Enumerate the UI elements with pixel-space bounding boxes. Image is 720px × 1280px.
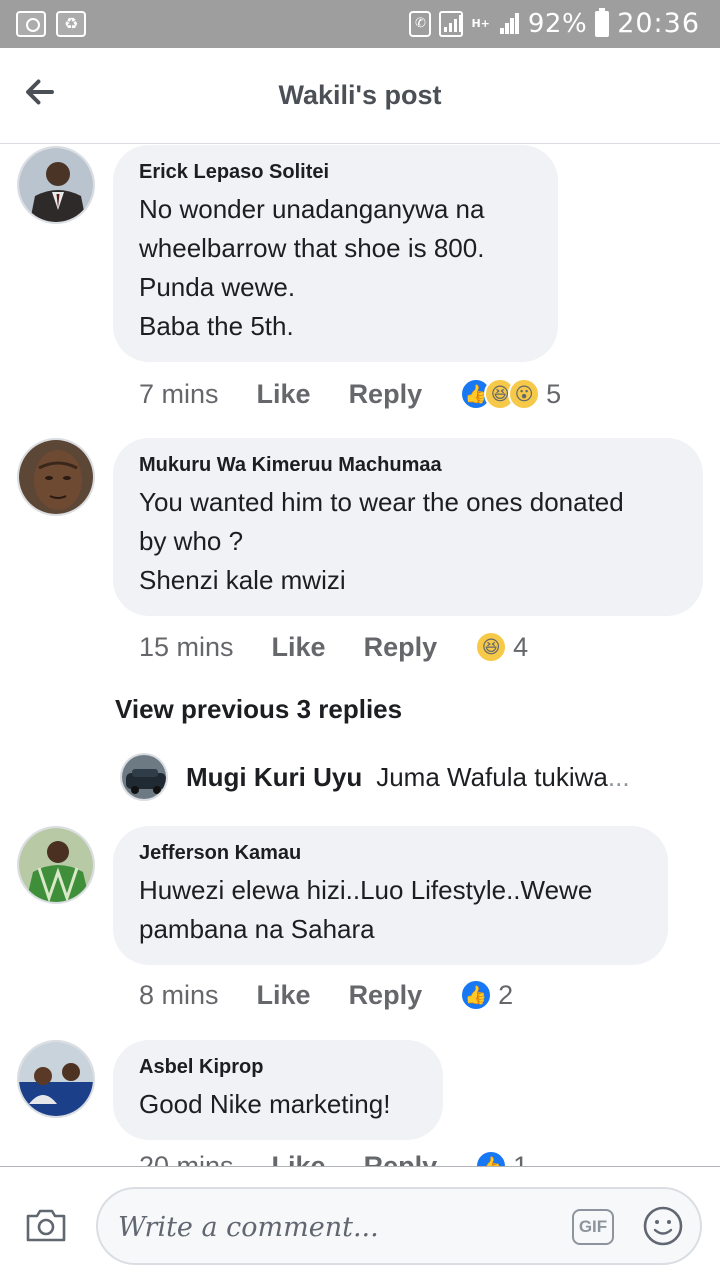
reactions-summary[interactable]: 👍 😆 😮 5 xyxy=(460,378,561,410)
comment-input[interactable] xyxy=(118,1207,558,1247)
camera-notification-icon xyxy=(16,11,46,37)
emoji-button[interactable] xyxy=(642,1205,684,1247)
page-title: Wakili's post xyxy=(278,80,442,110)
avatar[interactable] xyxy=(120,753,168,801)
like-button[interactable]: Like xyxy=(272,632,326,663)
camera-button[interactable] xyxy=(24,1207,68,1243)
phone-icon: ✆ xyxy=(409,10,432,37)
comment-bubble[interactable]: Erick Lepaso Solitei No wonder unadangan… xyxy=(113,145,558,362)
battery-icon xyxy=(595,7,610,37)
avatar[interactable] xyxy=(17,146,95,224)
reply-author[interactable]: Mugi Kuri Uyu xyxy=(186,762,362,793)
comment-actions: 15 mins Like Reply 😆 4 xyxy=(139,631,540,663)
comment-bubble[interactable]: Mukuru Wa Kimeruu Machumaa You wanted hi… xyxy=(113,438,703,616)
reply-ellipsis: ... xyxy=(607,761,630,792)
reactions-summary[interactable]: 👍 2 xyxy=(460,979,513,1011)
comment-bubble[interactable]: Jefferson Kamau Huwezi elewa hizi..Luo L… xyxy=(113,826,668,965)
recycle-notification-icon xyxy=(56,11,86,37)
avatar[interactable] xyxy=(17,826,95,904)
comment-author[interactable]: Asbel Kiprop xyxy=(139,1056,417,1079)
reply-button[interactable]: Reply xyxy=(364,1151,438,1168)
avatar[interactable] xyxy=(17,438,95,516)
app-header: Wakili's post xyxy=(0,48,720,144)
signal-box-icon xyxy=(439,10,464,37)
signal-strength-icon xyxy=(498,12,520,36)
comment-time[interactable]: 15 mins xyxy=(139,632,234,663)
reaction-count: 2 xyxy=(498,979,514,1010)
laughing-face-icon: 😆 xyxy=(475,631,508,663)
comment-time[interactable]: 20 mins xyxy=(139,1151,234,1168)
comment-actions: 20 mins Like Reply 👍 1 xyxy=(139,1150,540,1167)
reply-button[interactable]: Reply xyxy=(364,632,438,663)
comment-author[interactable]: Erick Lepaso Solitei xyxy=(139,161,532,184)
reactions-summary[interactable]: 👍 1 xyxy=(475,1150,528,1167)
comment-text: You wanted him to wear the ones donated … xyxy=(139,487,624,595)
smiley-icon xyxy=(643,1206,683,1246)
reactions-summary[interactable]: 😆 4 xyxy=(475,631,528,663)
reaction-count: 5 xyxy=(546,378,562,409)
status-indicators: ✆ H+ 92% 20:36 xyxy=(409,7,700,39)
reaction-count: 4 xyxy=(513,631,529,662)
battery-percent: 92% xyxy=(527,8,588,39)
comment-text: Huwezi elewa hizi..Luo Lifestyle..Wewe p… xyxy=(139,875,593,944)
comment-time[interactable]: 8 mins xyxy=(139,980,219,1011)
comment-text: No wonder unadanganywa na wheelbarrow th… xyxy=(139,194,485,341)
comment-author[interactable]: Mukuru Wa Kimeruu Machumaa xyxy=(139,454,677,477)
network-type: H+ xyxy=(471,17,490,30)
avatar[interactable] xyxy=(17,1040,95,1118)
comment-input-container[interactable]: GIF xyxy=(96,1187,702,1265)
comments-feed[interactable]: Erick Lepaso Solitei No wonder unadangan… xyxy=(0,145,720,1167)
surprised-face-icon: 😮 xyxy=(508,378,541,410)
reaction-count: 1 xyxy=(513,1150,529,1168)
camera-icon xyxy=(26,1209,66,1242)
thumbs-up-icon: 👍 xyxy=(475,1150,508,1167)
reply-preview[interactable]: Mugi Kuri Uyu Juma Wafula tukiwa ... xyxy=(120,753,630,801)
like-button[interactable]: Like xyxy=(257,980,311,1011)
like-button[interactable]: Like xyxy=(272,1151,326,1168)
comment-author[interactable]: Jefferson Kamau xyxy=(139,842,642,865)
reply-snippet: Juma Wafula tukiwa xyxy=(376,761,608,792)
clock: 20:36 xyxy=(617,8,700,39)
thumbs-up-icon: 👍 xyxy=(460,979,493,1011)
status-notifications xyxy=(16,11,86,37)
view-previous-replies-link[interactable]: View previous 3 replies xyxy=(115,694,402,725)
comment-actions: 8 mins Like Reply 👍 2 xyxy=(139,979,525,1011)
like-button[interactable]: Like xyxy=(257,379,311,410)
comment-text: Good Nike marketing! xyxy=(139,1089,391,1119)
reply-button[interactable]: Reply xyxy=(349,980,423,1011)
comment-actions: 7 mins Like Reply 👍 😆 😮 5 xyxy=(139,378,573,410)
comment-time[interactable]: 7 mins xyxy=(139,379,219,410)
reply-button[interactable]: Reply xyxy=(349,379,423,410)
comment-bubble[interactable]: Asbel Kiprop Good Nike marketing! xyxy=(113,1040,443,1140)
gif-button[interactable]: GIF xyxy=(572,1209,614,1245)
status-bar: ✆ H+ 92% 20:36 xyxy=(0,0,720,48)
comment-composer: GIF xyxy=(0,1166,720,1280)
